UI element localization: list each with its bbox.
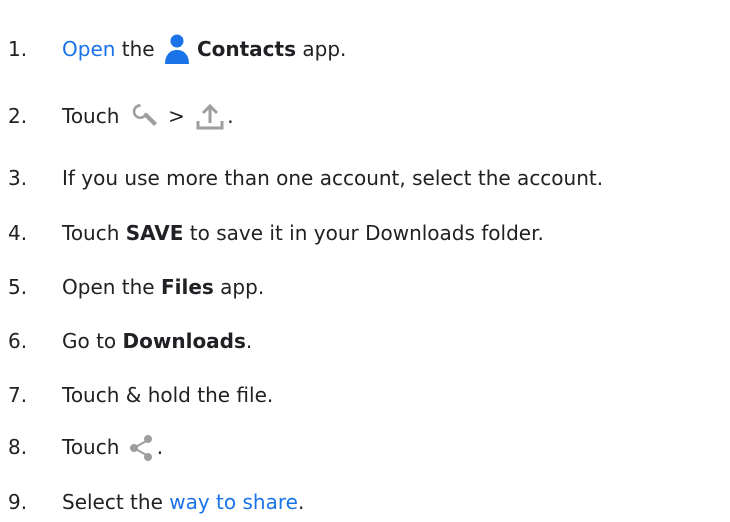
step-text-fragment: Touch [62, 221, 126, 245]
step-text: Touch > . [62, 101, 234, 131]
way-to-share-link[interactable]: way to share [169, 490, 298, 514]
step-text-fragment: the [115, 37, 161, 61]
downloads-label: Downloads [122, 329, 246, 353]
step-text-fragment: If you use more than one account, select… [62, 166, 604, 190]
files-app-name: Files [160, 275, 214, 299]
step-text-fragment: Open the [62, 275, 161, 299]
step-text: Touch & hold the file. [62, 383, 273, 407]
step-text-fragment: . [297, 490, 305, 514]
wrench-icon [128, 101, 160, 131]
step-text-fragment: Touch [62, 435, 126, 459]
upload-icon [195, 101, 225, 131]
step-number: 4. [8, 221, 28, 245]
step-text-fragment: Select the [62, 490, 170, 514]
step-text-fragment: . [156, 435, 164, 459]
open-contacts-link[interactable]: Open [62, 37, 115, 61]
step-number: 6. [8, 329, 28, 353]
step-text: Open the Contacts app. [62, 34, 346, 64]
step-number: 2. [8, 104, 28, 128]
person-icon [163, 34, 191, 64]
step-text: Select the way to share . [62, 490, 304, 514]
step-text-fragment: . [227, 104, 234, 128]
step-text: Touch SAVE to save it in your Downloads … [62, 221, 544, 245]
instruction-steps: 1. Open the Contacts app. 2. Touch > . 3… [0, 16, 730, 514]
step-number: 8. [8, 435, 28, 459]
step-text-fragment: Touch [62, 104, 126, 128]
step-text-fragment: Touch & hold the file. [62, 383, 274, 407]
step-text: Open the Files app. [62, 275, 264, 299]
step-text-fragment: > [161, 104, 192, 128]
step-text: If you use more than one account, select… [62, 166, 603, 190]
step-number: 5. [8, 275, 28, 299]
step-text-fragment: . [245, 329, 253, 353]
contacts-app-name: Contacts [196, 37, 297, 61]
step-text: Touch . [62, 432, 163, 462]
step-number: 1. [8, 37, 28, 61]
step-text: Go to Downloads . [62, 329, 252, 353]
save-label: SAVE [125, 221, 184, 245]
step-text-fragment: app. [296, 37, 347, 61]
step-number: 3. [8, 166, 28, 190]
share-icon [128, 432, 156, 462]
step-text-fragment: Go to [62, 329, 123, 353]
step-text-fragment: to save it in your Downloads folder. [183, 221, 544, 245]
step-number: 9. [8, 490, 28, 514]
step-number: 7. [8, 383, 28, 407]
step-text-fragment: app. [213, 275, 265, 299]
